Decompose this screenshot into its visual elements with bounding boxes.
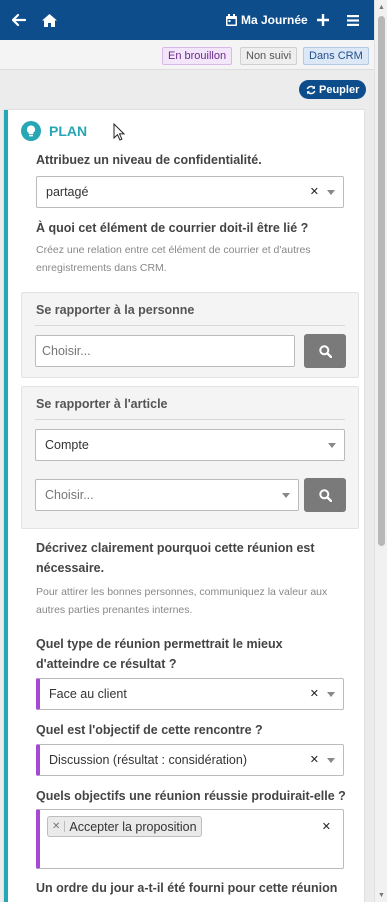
goal-chip: ✕ Accepter la proposition (47, 816, 202, 837)
confidentiality-label: Attribuez un niveau de confidentialité. (36, 153, 262, 167)
article-record-placeholder: Choisir... (45, 488, 94, 502)
in-crm-badge: Dans CRM (303, 47, 369, 65)
chevron-down-icon[interactable] (327, 692, 335, 697)
draft-badge: En brouillon (162, 47, 233, 65)
home-icon[interactable] (40, 0, 58, 40)
article-search-button[interactable] (304, 478, 346, 512)
my-day-button[interactable]: Ma Journée (226, 0, 308, 40)
goals-label: Quels objectifs une réunion réussie prod… (36, 789, 346, 803)
mouse-cursor-icon (113, 122, 126, 146)
relation-label: À quoi cet élément de courrier doit-il ê… (36, 221, 309, 235)
objective-label: Quel est l'objectif de cette rencontre ? (36, 723, 263, 737)
divider (35, 419, 345, 420)
scroll-down-arrow-icon[interactable]: ▼ (375, 888, 387, 902)
clear-icon[interactable]: ✕ (310, 185, 319, 198)
person-search-input[interactable] (35, 335, 295, 367)
person-relation-panel: Se rapporter à la personne (21, 292, 359, 378)
agenda-label: Un ordre du jour a-t-il été fourni pour … (36, 881, 338, 895)
clear-icon[interactable]: ✕ (310, 687, 319, 700)
chevron-down-icon[interactable] (327, 190, 335, 195)
reason-label: Décrivez clairement pourquoi cette réuni… (36, 541, 315, 575)
my-day-label: Ma Journée (241, 13, 308, 27)
objective-value: Discussion (résultat : considération) (49, 753, 247, 767)
status-strip: En brouillon Non suivi Dans CRM (0, 40, 374, 70)
populate-button[interactable]: Peupler (299, 80, 367, 99)
clear-icon[interactable]: ✕ (310, 753, 319, 766)
objective-select[interactable]: Discussion (résultat : considération) ✕ (36, 744, 344, 776)
unfollowed-badge: Non suivi (240, 47, 298, 65)
chevron-down-icon[interactable] (282, 493, 290, 498)
remove-chip-icon[interactable]: ✕ (52, 821, 66, 832)
scroll-up-arrow-icon[interactable]: ▲ (375, 0, 387, 14)
confidentiality-value: partagé (46, 185, 89, 199)
search-icon (318, 344, 332, 358)
refresh-icon (306, 85, 316, 95)
populate-label: Peupler (319, 83, 360, 96)
person-search-button[interactable] (304, 334, 346, 368)
chevron-down-icon[interactable] (327, 758, 335, 763)
scrollbar-thumb[interactable] (378, 16, 385, 546)
article-type-value: Compte (45, 438, 89, 452)
meeting-type-select[interactable]: Face au client ✕ (36, 678, 344, 710)
article-relation-panel: Se rapporter à l'article Compte Choisir.… (21, 386, 359, 529)
divider (35, 325, 345, 326)
calendar-icon (226, 14, 237, 26)
goal-chip-label: Accepter la proposition (69, 819, 197, 834)
plan-header: PLAN (21, 121, 87, 141)
relation-help: Créez une relation entre cet élément de … (36, 244, 311, 274)
reason-help: Pour attirer les bonnes personnes, commu… (36, 586, 328, 616)
meeting-type-value: Face au client (49, 687, 127, 701)
article-record-select[interactable]: Choisir... (35, 479, 299, 511)
plan-title: PLAN (49, 123, 88, 139)
arrow-left-icon[interactable] (10, 0, 28, 40)
hamburger-menu-icon[interactable] (346, 0, 360, 40)
page-scrollbar[interactable]: ▲ ▼ (374, 0, 387, 902)
top-navigation-bar: Ma Journée (0, 0, 374, 40)
plan-card: PLAN Attribuez un niveau de confidential… (4, 110, 364, 902)
confidentiality-select[interactable]: partagé ✕ (36, 176, 344, 208)
article-panel-title: Se rapporter à l'article (36, 397, 168, 411)
clear-icon[interactable]: ✕ (322, 820, 331, 833)
person-panel-title: Se rapporter à la personne (36, 303, 195, 317)
chevron-down-icon[interactable] (328, 443, 336, 448)
lightbulb-icon (21, 121, 41, 141)
article-type-select[interactable]: Compte (35, 429, 345, 461)
goals-multiselect[interactable]: ✕ Accepter la proposition ✕ (36, 809, 344, 869)
plus-icon[interactable] (316, 0, 330, 40)
search-icon (318, 488, 332, 502)
meeting-type-label: Quel type de réunion permettrait le mieu… (36, 637, 283, 671)
